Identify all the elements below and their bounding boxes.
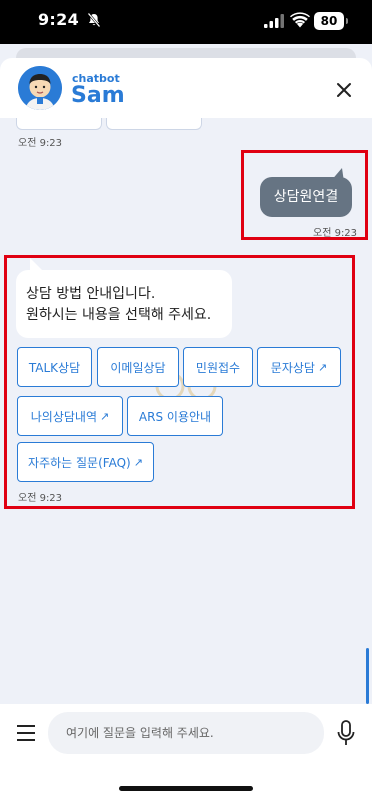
option-label: TALK상담 (28, 360, 81, 375)
signal-icon (264, 14, 284, 28)
external-link-icon: ↗ (133, 455, 143, 469)
option-button-sms[interactable]: 문자상담 ↗ (257, 347, 341, 387)
avatar (18, 66, 62, 110)
chat-area[interactable]: 오전 9:23 상담원연결 오전 9:23 상담 방법 안내입니다. 원하시는 … (0, 118, 372, 704)
chat-header: chatbot Sam (0, 58, 372, 118)
option-label: 문자상담 (270, 360, 315, 375)
option-label: 나의상담내역 (30, 409, 98, 424)
bell-off-icon (87, 12, 101, 28)
bot-message-line: 상담 방법 안내입니다. (26, 286, 156, 302)
option-button-talk[interactable]: TALK상담 (17, 347, 92, 387)
external-link-icon: ↗ (100, 409, 110, 423)
previous-option-button[interactable] (16, 118, 102, 130)
menu-icon[interactable] (16, 724, 36, 742)
message-timestamp: 오전 9:23 (18, 138, 63, 149)
status-time: 9:24 (38, 10, 79, 29)
input-bar (0, 704, 372, 800)
battery-indicator: 80 (314, 12, 348, 30)
option-label: 자주하는 질문(FAQ) (28, 455, 131, 470)
bot-message-bubble: 상담 방법 안내입니다. 원하시는 내용을 선택해 주세요. (16, 270, 232, 338)
external-link-icon: ↗ (317, 360, 328, 374)
mic-icon[interactable] (336, 719, 356, 747)
message-timestamp: 오전 9:23 (313, 228, 358, 239)
wifi-icon (290, 12, 310, 28)
bot-message-line: 원하시는 내용을 선택해 주세요. (26, 307, 212, 323)
option-button-history[interactable]: 나의상담내역 ↗ (17, 396, 123, 436)
option-button-email[interactable]: 이메일상담 (97, 347, 179, 387)
scrollbar[interactable] (366, 648, 369, 704)
option-label: 민원접수 (195, 360, 241, 375)
option-button-faq[interactable]: 자주하는 질문(FAQ) ↗ (17, 442, 154, 482)
close-icon[interactable] (330, 76, 358, 104)
message-input[interactable] (48, 712, 324, 754)
previous-option-button[interactable] (106, 118, 202, 130)
status-bar: 9:24 80 (0, 0, 372, 44)
header-title: Sam (71, 83, 125, 108)
option-button-ars[interactable]: ARS 이용안내 (127, 396, 223, 436)
home-indicator (119, 786, 253, 791)
option-label: 이메일상담 (110, 360, 166, 375)
option-button-complaint[interactable]: 민원접수 (183, 347, 253, 387)
user-message-bubble: 상담원연결 (260, 177, 352, 217)
option-label: ARS 이용안내 (138, 409, 212, 424)
message-timestamp: 오전 9:23 (18, 493, 63, 504)
